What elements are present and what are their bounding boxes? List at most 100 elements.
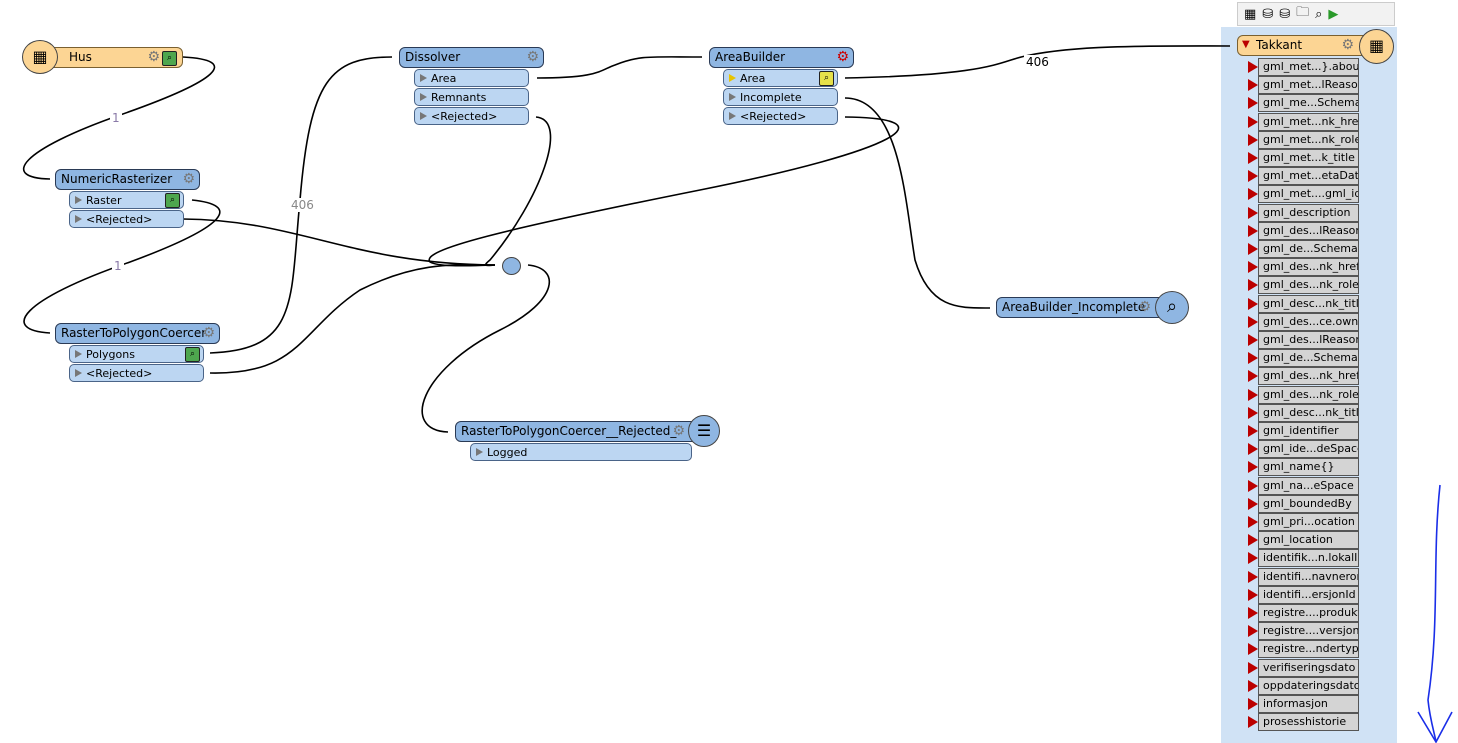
attribute-row[interactable]: gml_met...lReason [1258, 76, 1359, 95]
attribute-row[interactable]: gml_des...lReason [1258, 331, 1359, 349]
attribute-row[interactable]: gml_met...nk_href [1258, 112, 1359, 131]
gear-icon[interactable]: ⚙ [526, 49, 539, 65]
attribute-port-icon [1248, 334, 1258, 346]
attribute-row[interactable]: gml_de...Schema [1258, 349, 1359, 368]
port-area[interactable]: Area ⌕ [723, 69, 838, 87]
port-rejected[interactable]: <Rejected> [414, 107, 529, 125]
attribute-row[interactable]: gml_des...nk_href [1258, 258, 1359, 277]
attribute-row[interactable]: gml_desc...nk_title [1258, 403, 1359, 422]
attribute-row[interactable]: gml_description [1258, 203, 1359, 222]
attribute-port-icon [1248, 552, 1258, 565]
attribute-row[interactable]: gml_des...ce.owns [1258, 312, 1359, 331]
port-logged[interactable]: Logged [470, 443, 692, 461]
attribute-row[interactable]: gml_met....gml_id [1258, 185, 1359, 204]
attribute-row[interactable]: verifiseringsdato [1258, 658, 1359, 677]
attribute-row[interactable]: registre....produkt [1258, 604, 1359, 622]
reader-hus[interactable]: Hus ⚙ ⌕ [40, 47, 183, 68]
table-writer-icon: ▦ [1359, 29, 1394, 64]
attribute-port-icon [1248, 570, 1258, 583]
port-area[interactable]: Area [414, 69, 529, 87]
magnifier-icon: ⌕ [1155, 291, 1189, 324]
attribute-row[interactable]: gml_me...Schema [1258, 94, 1359, 113]
attribute-port-icon [1248, 352, 1258, 365]
inspect-icon[interactable]: ⌕ [162, 51, 177, 66]
attribute-row[interactable]: gml_met...}.about [1258, 58, 1359, 76]
attribute-port-icon [1248, 716, 1258, 729]
inspect-icon[interactable]: ⌕ [819, 71, 834, 86]
attribute-row[interactable]: gml_de...Schema [1258, 240, 1359, 258]
port-incomplete[interactable]: Incomplete [723, 88, 838, 106]
port-label: Raster [86, 194, 122, 207]
attribute-row[interactable]: identifi...navnerom [1258, 567, 1359, 586]
attribute-row[interactable]: gml_des...lReason [1258, 221, 1359, 240]
attribute-port-icon [1248, 152, 1258, 164]
attribute-row[interactable]: registre....versjon [1258, 622, 1359, 641]
port-raster[interactable]: Raster ⌕ [69, 191, 184, 209]
gear-icon[interactable]: ⚙ [1341, 37, 1354, 53]
attribute-port-icon [1248, 279, 1258, 292]
port-label: <Rejected> [86, 213, 153, 226]
attribute-row[interactable]: gml_pri...ocation [1258, 513, 1359, 531]
attribute-row[interactable]: gml_met...etaData [1258, 167, 1359, 186]
port-label: Logged [487, 446, 528, 459]
transformer-numericrasterizer[interactable]: NumericRasterizer ⚙ [55, 169, 200, 190]
connection-count: 1 [110, 111, 122, 125]
port-polygons[interactable]: Polygons ⌕ [69, 345, 204, 363]
transformer-logger[interactable]: RasterToPolygonCoercer__Rejected_ ⚙ [455, 421, 700, 442]
attribute-port-icon [1248, 425, 1258, 437]
attribute-port-icon [1248, 607, 1258, 619]
attribute-row[interactable]: informasjon [1258, 695, 1359, 713]
attribute-row[interactable]: gml_des...nk_role [1258, 385, 1359, 404]
attribute-row[interactable]: gml_des...nk_href [1258, 367, 1359, 386]
attribute-row[interactable]: gml_boundedBy [1258, 494, 1359, 513]
attribute-port-icon [1248, 170, 1258, 183]
table-reader-icon: ▦ [22, 40, 58, 74]
attribute-port-icon [1248, 224, 1258, 237]
attribute-row[interactable]: registre...ndertype [1258, 640, 1359, 659]
attribute-port-icon [1248, 115, 1258, 128]
gear-icon[interactable]: ⚙ [182, 171, 195, 187]
connection-count: 406 [1024, 55, 1051, 69]
gear-icon[interactable]: ⚙ [202, 325, 215, 341]
attribute-port-icon [1248, 133, 1258, 146]
attribute-row[interactable]: gml_met...k_title [1258, 149, 1359, 167]
attribute-row[interactable]: oppdateringsdato [1258, 676, 1359, 695]
attribute-port-icon [1248, 206, 1258, 219]
writer-takkant[interactable]: ▼ Takkant ⚙ [1237, 35, 1377, 56]
gear-icon[interactable]: ⚙ [672, 423, 685, 439]
attribute-row[interactable]: gml_desc...nk_title [1258, 294, 1359, 313]
attribute-row[interactable]: gml_ide...deSpace [1258, 440, 1359, 459]
attribute-port-icon [1248, 261, 1258, 274]
collapse-triangle-icon[interactable]: ▼ [1242, 39, 1250, 50]
port-remnants[interactable]: Remnants [414, 88, 529, 106]
inspect-icon[interactable]: ⌕ [185, 347, 200, 362]
attribute-row[interactable]: gml_identifier [1258, 422, 1359, 440]
attribute-row[interactable]: gml_name{} [1258, 458, 1359, 477]
attribute-row[interactable]: identifik...n.lokalId [1258, 549, 1359, 568]
port-rejected[interactable]: <Rejected> [723, 107, 838, 125]
attribute-row[interactable]: gml_des...nk_role [1258, 276, 1359, 295]
attribute-row[interactable]: prosesshistorie [1258, 713, 1359, 732]
inspect-icon[interactable]: ⌕ [165, 193, 180, 208]
port-rejected[interactable]: <Rejected> [69, 210, 184, 228]
gear-icon[interactable]: ⚙ [147, 49, 160, 65]
attribute-row[interactable]: gml_na...eSpace [1258, 476, 1359, 495]
attribute-row[interactable]: identifi...ersjonId [1258, 585, 1359, 604]
attribute-port-icon [1248, 534, 1258, 547]
attribute-row[interactable]: gml_location [1258, 531, 1359, 550]
attribute-port-icon [1248, 625, 1258, 638]
gear-warning-icon[interactable]: ⚙ [836, 49, 849, 65]
attribute-port-icon [1248, 388, 1258, 401]
gear-icon[interactable]: ⚙ [1138, 299, 1151, 315]
attribute-port-icon [1248, 443, 1258, 456]
node-title: Dissolver [405, 50, 461, 64]
inspector-areabuilder-incomplete[interactable]: AreaBuilder_Incomplete ⚙ [996, 297, 1166, 318]
transformer-rastertopolygoncoercer[interactable]: RasterToPolygonCoercer ⚙ [55, 323, 220, 344]
transformer-areabuilder[interactable]: AreaBuilder ⚙ [709, 47, 854, 68]
port-rejected[interactable]: <Rejected> [69, 364, 204, 382]
attribute-port-icon [1248, 588, 1258, 601]
transformer-dissolver[interactable]: Dissolver ⚙ [399, 47, 544, 68]
attribute-row[interactable]: gml_met...nk_role [1258, 130, 1359, 149]
junction[interactable] [502, 257, 521, 275]
node-title: AreaBuilder [715, 50, 786, 64]
